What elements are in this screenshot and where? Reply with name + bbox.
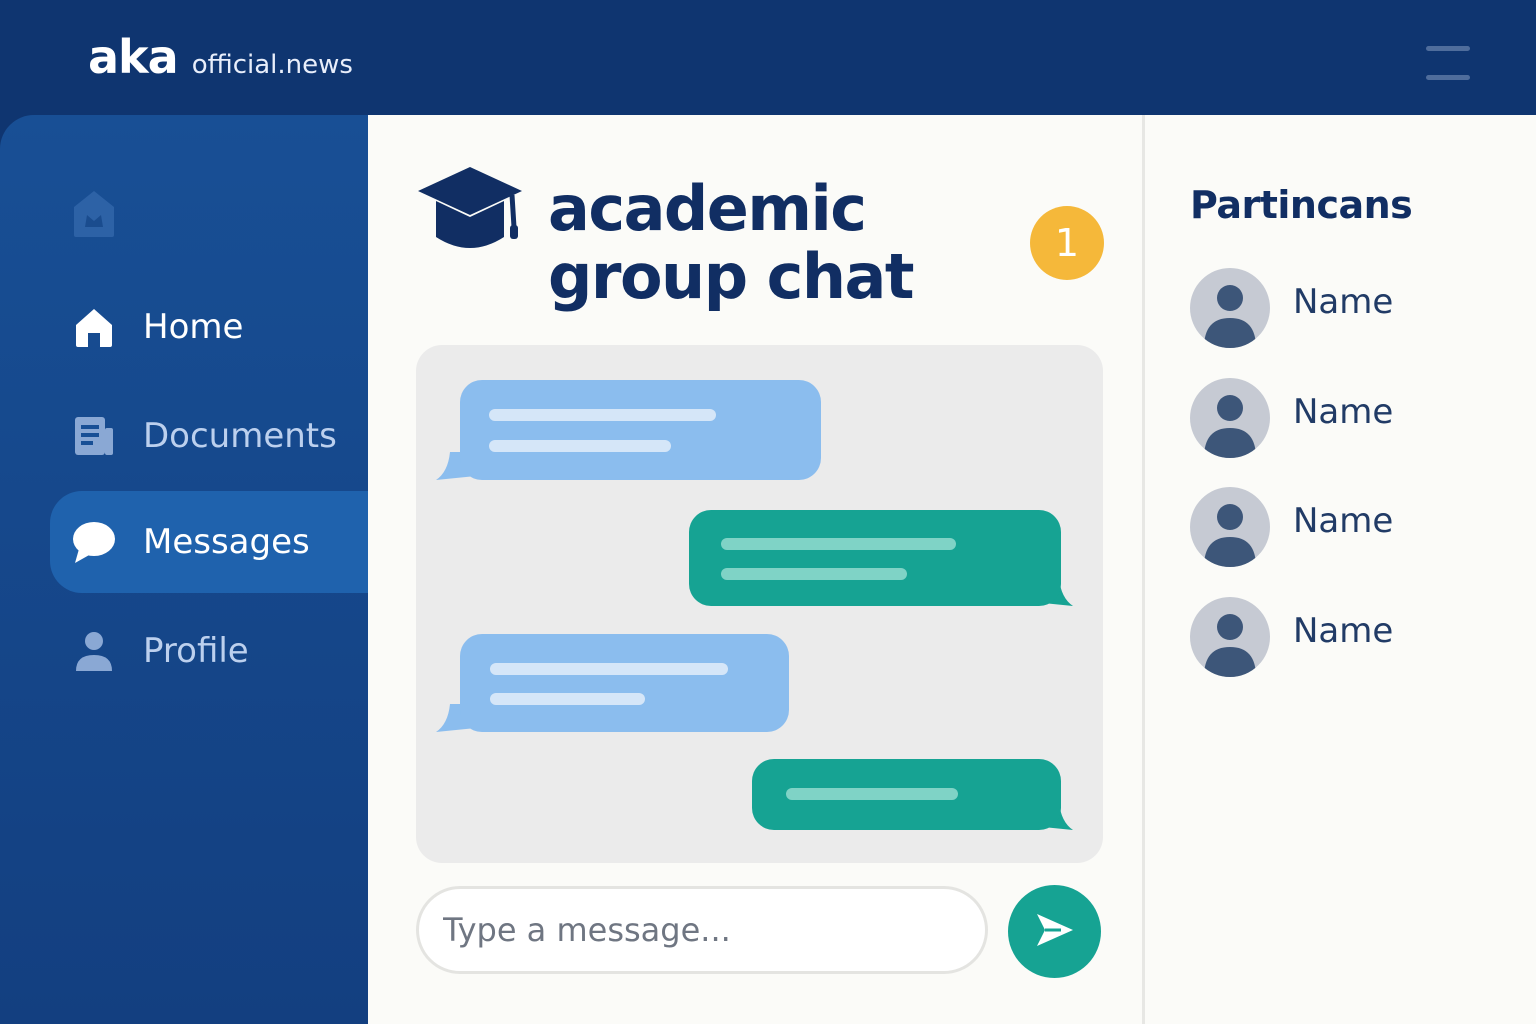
document-icon xyxy=(70,412,118,460)
home-icon xyxy=(70,303,118,351)
sidebar-item-messages[interactable]: Messages xyxy=(50,491,368,593)
hamburger-menu-icon[interactable] xyxy=(1424,46,1472,80)
participants-panel: Partincans Name Name Name Name xyxy=(1145,115,1536,1024)
user-icon xyxy=(70,627,118,675)
message-input-container xyxy=(416,886,988,974)
chat-main-panel: academic group chat 1 xyxy=(368,115,1144,1024)
sidebar-item-label: Messages xyxy=(143,522,310,562)
participants-heading: Partincans xyxy=(1190,183,1413,227)
participant-name: Name xyxy=(1293,392,1394,432)
avatar xyxy=(1190,378,1270,458)
message-input[interactable] xyxy=(443,901,963,959)
participant-item[interactable]: Name xyxy=(1190,378,1510,458)
page-title: academic group chat xyxy=(548,175,968,311)
avatar xyxy=(1190,597,1270,677)
sidebar-item-label: Profile xyxy=(143,631,249,671)
message-bubble-outgoing[interactable] xyxy=(689,510,1073,606)
title-line-1: academic xyxy=(548,172,867,245)
participant-item[interactable]: Name xyxy=(1190,487,1510,567)
sidebar-item-profile[interactable]: Profile xyxy=(50,600,368,702)
title-line-2: group chat xyxy=(548,240,915,313)
sidebar-item-documents[interactable]: Documents xyxy=(50,385,368,487)
brand-domain: official.news xyxy=(191,50,353,80)
send-button[interactable] xyxy=(1008,885,1101,978)
message-bubble-outgoing[interactable] xyxy=(752,759,1073,830)
sidebar-item-home[interactable]: Home xyxy=(50,276,368,378)
message-bubble-incoming[interactable] xyxy=(436,634,789,732)
brand-name: aka xyxy=(88,30,179,84)
school-logo-icon xyxy=(70,187,118,239)
message-bubble-incoming[interactable] xyxy=(436,380,821,480)
sidebar-item-label: Documents xyxy=(143,416,337,456)
chat-bubble-icon xyxy=(70,518,118,566)
participant-name: Name xyxy=(1293,282,1394,322)
sidebar: Home Documents Messages Profile xyxy=(0,115,368,1024)
participant-name: Name xyxy=(1293,611,1394,651)
graduation-cap-icon xyxy=(416,165,524,253)
sidebar-item-label: Home xyxy=(143,307,244,347)
participant-item[interactable]: Name xyxy=(1190,268,1510,348)
brand-logo[interactable]: aka official.news xyxy=(88,30,353,84)
top-header: aka official.news xyxy=(0,0,1536,115)
message-list xyxy=(416,345,1103,863)
participant-item[interactable]: Name xyxy=(1190,597,1510,677)
avatar xyxy=(1190,268,1270,348)
avatar xyxy=(1190,487,1270,567)
send-icon xyxy=(1035,912,1075,952)
participant-name: Name xyxy=(1293,501,1394,541)
notification-badge[interactable]: 1 xyxy=(1030,206,1104,280)
